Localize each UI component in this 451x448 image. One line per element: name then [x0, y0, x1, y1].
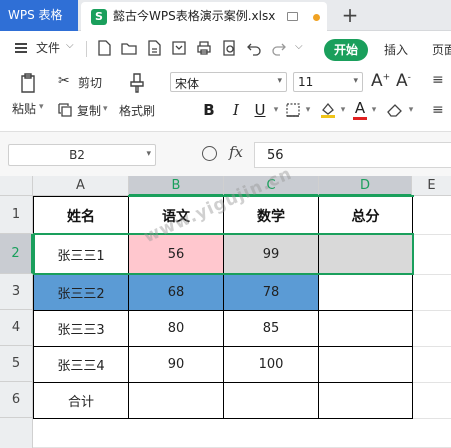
chevron-down-icon[interactable]: ▾ [271, 100, 281, 120]
app-tab[interactable]: WPS 表格 [0, 0, 78, 31]
spreadsheet-icon: S [91, 9, 107, 25]
row-header-1[interactable]: 1 [0, 196, 33, 234]
chevron-down-icon[interactable]: ▾ [303, 100, 313, 120]
font-size-select[interactable]: 11 ▾ [293, 72, 363, 92]
open-folder-icon[interactable] [120, 39, 138, 57]
scissors-icon[interactable]: ✂ [58, 73, 70, 89]
chevron-down-icon[interactable]: ▾ [406, 100, 416, 120]
cell-c2[interactable]: 99 [224, 235, 318, 274]
chevron-down-icon[interactable]: ▾ [353, 76, 358, 86]
new-tab-button[interactable]: + [338, 2, 362, 28]
align-icon[interactable]: ≡ [432, 102, 444, 118]
cell-d2[interactable] [319, 235, 412, 274]
document-name: 懿古今WPS表格演示案例.xlsx [113, 9, 276, 23]
copy-icon[interactable] [57, 102, 73, 118]
font-color-button[interactable]: A [353, 100, 367, 120]
fill-color-icon[interactable] [319, 101, 337, 119]
align-icon[interactable]: ≡ [432, 72, 444, 88]
new-document-icon[interactable] [95, 39, 113, 57]
cell-a6[interactable]: 合计 [34, 383, 128, 418]
cell-d5[interactable] [319, 347, 412, 382]
font-name-select[interactable]: 宋体 ▾ [170, 72, 287, 92]
file-menu[interactable]: 文件 [36, 39, 60, 56]
tab-page-layout[interactable]: 页面 [432, 41, 451, 58]
cell-c3[interactable]: 78 [224, 275, 318, 310]
hamburger-menu-icon[interactable] [15, 43, 27, 53]
grow-font-icon[interactable]: A+ [371, 71, 390, 91]
shrink-font-icon[interactable]: A- [396, 71, 411, 91]
chevron-down-icon[interactable]: ▾ [103, 104, 108, 114]
chevron-down-icon[interactable]: ⌵ [295, 41, 303, 52]
row-header-4[interactable]: 4 [0, 310, 33, 346]
bold-button[interactable]: B [201, 100, 217, 120]
chevron-down-icon[interactable]: ▾ [338, 100, 348, 120]
divider [86, 41, 87, 57]
cell-c6[interactable] [224, 383, 318, 418]
cell-b5[interactable]: 90 [129, 347, 223, 382]
zoom-magnifier-icon[interactable] [202, 146, 217, 161]
row-header-7[interactable] [0, 418, 33, 448]
cell-b2[interactable]: 56 [129, 235, 223, 274]
cell-d3[interactable] [319, 275, 412, 310]
chevron-down-icon[interactable]: ▾ [277, 76, 282, 86]
cell-d1[interactable]: 总分 [319, 197, 412, 234]
selection-top-edge [128, 195, 414, 197]
tab-start[interactable]: 开始 [324, 39, 368, 61]
cell-a2[interactable]: 张三三1 [34, 235, 128, 274]
redo-icon[interactable] [270, 39, 288, 57]
row-header-3[interactable]: 3 [0, 274, 33, 310]
ribbon: 粘贴 ▾ ✂ 剪切 复制 ▾ 格式刷 宋体 ▾ 11 ▾ A+ A- ≡ B I U… [0, 66, 451, 132]
monitor-icon[interactable] [287, 12, 298, 21]
menu-bar: 文件 ⌵ ⌵ 开始 插入 页面 [0, 31, 451, 66]
chevron-down-icon[interactable]: ▾ [369, 100, 379, 120]
clear-format-eraser-icon[interactable] [386, 102, 404, 118]
paste-button[interactable]: 粘贴 [12, 100, 36, 117]
column-header-d[interactable]: D [319, 176, 412, 196]
chevron-down-icon[interactable]: ⌵ [66, 40, 74, 51]
cell-d4[interactable] [319, 311, 412, 346]
print-icon[interactable] [195, 39, 213, 57]
title-bar: WPS 表格 S 懿古今WPS表格演示案例.xlsx + [0, 0, 451, 31]
save-icon[interactable] [145, 39, 163, 57]
select-all-corner[interactable] [0, 176, 33, 196]
column-header-b[interactable]: B [129, 176, 224, 196]
export-pdf-icon[interactable] [170, 39, 188, 57]
cell-d6[interactable] [319, 383, 412, 418]
name-box[interactable]: B2 ▾ [8, 144, 156, 166]
underline-button[interactable]: U [253, 100, 267, 120]
format-painter-icon[interactable] [127, 72, 147, 94]
spreadsheet-grid: A B C D E 1 2 3 4 5 6 姓名 语文 数学 总分 张三三1 5… [0, 176, 451, 448]
row-header-5[interactable]: 5 [0, 346, 33, 382]
paste-icon[interactable] [18, 72, 38, 94]
chevron-down-icon[interactable]: ▾ [39, 102, 44, 112]
cell-a4[interactable]: 张三三3 [34, 311, 128, 346]
cell-b6[interactable] [129, 383, 223, 418]
cell-a3[interactable]: 张三三2 [34, 275, 128, 310]
cell-b3[interactable]: 68 [129, 275, 223, 310]
cell-b4[interactable]: 80 [129, 311, 223, 346]
italic-button[interactable]: I [229, 100, 243, 120]
cell-a5[interactable]: 张三三4 [34, 347, 128, 382]
cell-c5[interactable]: 100 [224, 347, 318, 382]
undo-icon[interactable] [245, 39, 263, 57]
column-header-e[interactable]: E [412, 176, 451, 196]
row-header-6[interactable]: 6 [0, 382, 33, 418]
cut-button[interactable]: 剪切 [78, 74, 102, 91]
tab-insert[interactable]: 插入 [384, 41, 408, 58]
row-header-2[interactable]: 2 [0, 234, 33, 274]
chevron-down-icon[interactable]: ▾ [146, 149, 151, 159]
column-header-a[interactable]: A [33, 176, 129, 196]
cell-a1[interactable]: 姓名 [34, 197, 128, 234]
unsaved-dot-icon[interactable] [313, 14, 320, 21]
document-tab[interactable]: S 懿古今WPS表格演示案例.xlsx [81, 2, 327, 31]
function-fx-icon[interactable]: fx [229, 143, 243, 161]
format-painter-button[interactable]: 格式刷 [119, 102, 155, 119]
formula-bar: B2 ▾ fx 56 [0, 132, 451, 176]
cell-c4[interactable]: 85 [224, 311, 318, 346]
copy-button[interactable]: 复制 [77, 102, 101, 119]
print-preview-icon[interactable] [220, 39, 238, 57]
borders-icon[interactable] [285, 102, 301, 118]
